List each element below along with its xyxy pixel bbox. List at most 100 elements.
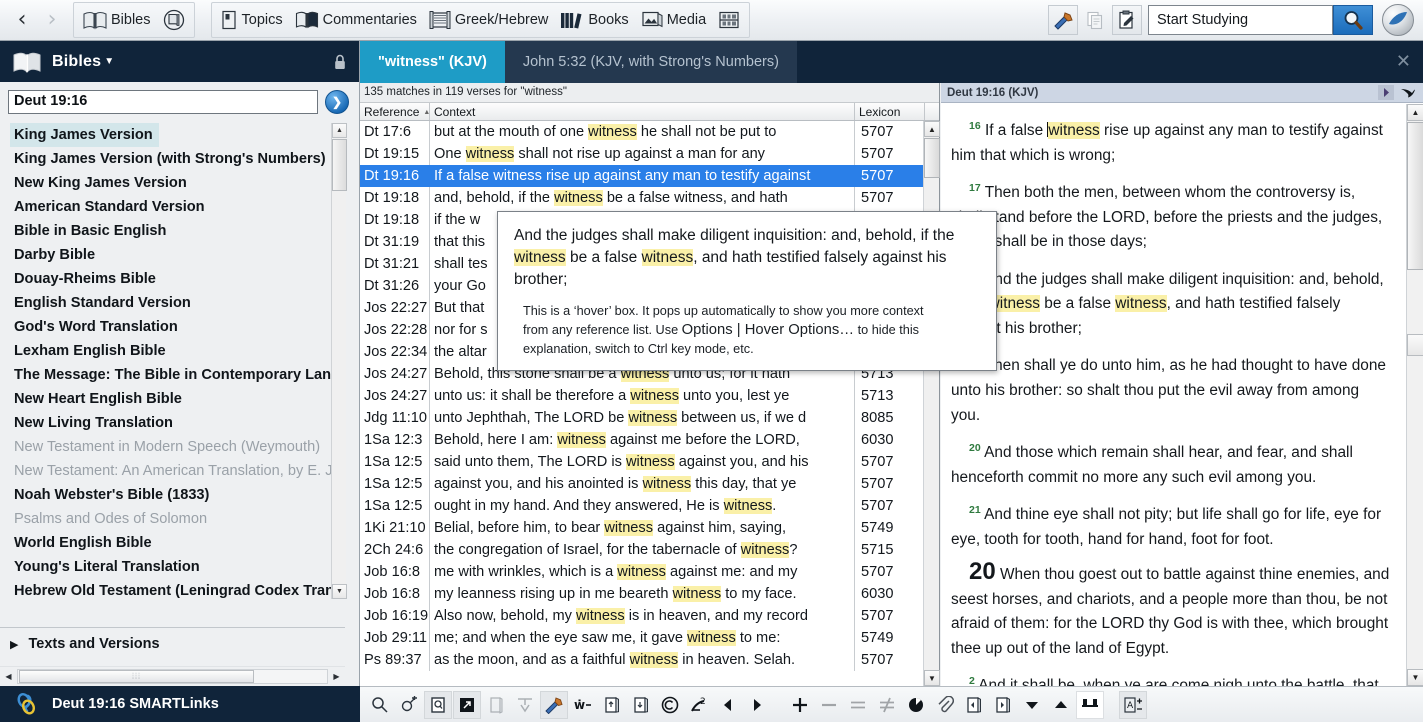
footnote-icon[interactable]: 2 xyxy=(685,691,713,719)
version-item[interactable]: New Living Translation xyxy=(10,411,173,435)
dropdown-down-icon[interactable] xyxy=(1018,691,1046,719)
version-item[interactable]: Darby Bible xyxy=(10,243,95,267)
export-arrow-icon[interactable] xyxy=(453,690,481,719)
table-row[interactable]: Dt 19:15 One witness shall not rise up a… xyxy=(360,143,939,165)
search-input[interactable]: Start Studying xyxy=(1148,5,1333,35)
table-row[interactable]: Ps 89:37 as the moon, and as a faithful w… xyxy=(360,649,939,671)
version-item[interactable]: New Heart English Bible xyxy=(10,387,182,411)
version-item[interactable]: King James Version (with Strong's Number… xyxy=(10,147,326,171)
texts-and-versions-section[interactable]: ▶ Texts and Versions xyxy=(0,630,345,658)
table-row[interactable]: Job 16:8 me with wrinkles, which is a wit… xyxy=(360,561,939,583)
sidebar-scrollbar[interactable]: ▲ ▼ xyxy=(331,123,347,599)
hammer-wrench-icon[interactable] xyxy=(540,690,568,719)
bible-text-body[interactable]: 16 If a false witness rise up against an… xyxy=(941,104,1406,686)
scroll-down-icon[interactable]: ▼ xyxy=(1407,669,1423,686)
version-item[interactable]: World English Bible xyxy=(10,531,152,555)
scrollbar-thumb[interactable] xyxy=(924,138,940,178)
column-header-lexicon[interactable]: Lexicon xyxy=(855,103,925,120)
sidebar-hscrollbar[interactable]: ◀ ⦙⦙⦙ ▶ xyxy=(0,666,345,686)
greek-hebrew-button[interactable]: Greek/Hebrew xyxy=(423,4,554,36)
table-row[interactable]: Jdg 11:10 unto Jephthah, The LORD be witn… xyxy=(360,407,939,429)
version-item[interactable]: English Standard Version xyxy=(10,291,191,315)
clipboard-button[interactable] xyxy=(1112,5,1142,35)
version-item[interactable]: The Message: The Bible in Contemporary L… xyxy=(10,363,340,387)
book-page-icon[interactable] xyxy=(482,691,510,719)
back-button[interactable]: ‹ xyxy=(8,5,36,35)
books-button[interactable]: Books xyxy=(554,4,634,36)
parallel-icon[interactable] xyxy=(1076,690,1104,719)
hscroll-thumb[interactable]: ⦙⦙⦙ xyxy=(19,670,254,683)
version-item[interactable]: King James Version xyxy=(10,123,159,147)
forward-button[interactable]: › xyxy=(38,5,66,35)
scroll-down-icon[interactable]: ▼ xyxy=(924,670,940,686)
logos-orb-button[interactable] xyxy=(1382,4,1414,36)
version-item[interactable]: New King James Version xyxy=(10,171,187,195)
copy-button[interactable] xyxy=(1080,5,1110,35)
not-equals-icon[interactable] xyxy=(873,691,901,719)
version-item[interactable]: American Standard Version xyxy=(10,195,205,219)
column-header-reference[interactable]: Reference ▲ xyxy=(360,103,430,120)
add-note-icon[interactable] xyxy=(395,691,423,719)
scrollbar-pager[interactable] xyxy=(1407,334,1423,356)
version-item[interactable]: New Testament in Modern Speech (Weymouth… xyxy=(10,435,320,459)
table-row[interactable]: Job 29:11 me; and when the eye saw me, it… xyxy=(360,627,939,649)
dropdown-up-icon[interactable] xyxy=(1047,691,1075,719)
table-row[interactable]: Jos 24:27 unto us: it shall be therefore … xyxy=(360,385,939,407)
commentaries-button[interactable]: Commentaries xyxy=(289,4,423,36)
library-grid-button[interactable] xyxy=(712,4,746,36)
hscroll-track[interactable]: ⦙⦙⦙ xyxy=(17,669,328,684)
paperclip-icon[interactable] xyxy=(931,691,959,719)
book-lookup-button[interactable] xyxy=(157,4,191,36)
table-row[interactable]: Dt 19:18 and, behold, if the witness be a… xyxy=(360,187,939,209)
play-arrow-icon[interactable] xyxy=(1378,85,1394,100)
scrollbar-thumb[interactable] xyxy=(1407,122,1423,270)
scroll-right-icon[interactable]: ▶ xyxy=(328,668,345,685)
scrollbar-thumb[interactable] xyxy=(332,139,347,191)
version-item[interactable]: God's Word Translation xyxy=(10,315,178,339)
magnifier-icon[interactable] xyxy=(366,691,394,719)
version-item[interactable]: Hebrew Old Testament (Leningrad Codex Tr… xyxy=(10,579,334,599)
book-left-icon[interactable] xyxy=(960,691,988,719)
table-row[interactable]: 1Ki 21:10 Belial, before him, to bear wit… xyxy=(360,517,939,539)
media-button[interactable]: Media xyxy=(635,4,713,36)
topics-button[interactable]: Topics xyxy=(215,4,289,36)
table-row[interactable]: 2Ch 24:6 the congregation of Israel, for … xyxy=(360,539,939,561)
version-item[interactable]: Bible in Basic English xyxy=(10,219,166,243)
scroll-up-icon[interactable]: ▲ xyxy=(924,121,940,137)
zoom-out-icon[interactable] xyxy=(815,691,843,719)
zoom-in-icon[interactable] xyxy=(786,691,814,719)
previous-arrow-icon[interactable] xyxy=(714,691,742,719)
version-item[interactable]: Noah Webster's Bible (1833) xyxy=(10,483,209,507)
font-size-icon[interactable]: A xyxy=(1119,690,1147,719)
close-icon[interactable]: ✕ xyxy=(1396,51,1411,72)
smartlinks-statusbar[interactable]: Deut 19:16 SMARTLinks xyxy=(0,686,360,722)
scroll-up-icon[interactable]: ▲ xyxy=(1407,104,1423,121)
version-item[interactable]: Psalms and Odes of Solomon xyxy=(10,507,207,531)
table-row[interactable]: Job 16:8 my leanness rising up in me bear… xyxy=(360,583,939,605)
book-up-icon[interactable] xyxy=(598,691,626,719)
pointer-hand-icon[interactable] xyxy=(1400,85,1417,100)
version-item[interactable]: Young's Literal Translation xyxy=(10,555,200,579)
lock-icon[interactable] xyxy=(333,53,347,71)
version-item[interactable]: Lexham English Bible xyxy=(10,339,166,363)
bibles-button[interactable]: Bibles xyxy=(77,4,157,36)
column-header-context[interactable]: Context xyxy=(430,103,855,120)
table-row[interactable]: 1Sa 12:5 ought in my hand. And they answe… xyxy=(360,495,939,517)
scroll-down-icon[interactable]: ▼ xyxy=(332,584,347,599)
next-arrow-icon[interactable] xyxy=(743,691,771,719)
tools-button[interactable] xyxy=(1048,5,1078,35)
strongs-number-icon[interactable]: ẇ xyxy=(569,691,597,719)
tab-john-532[interactable]: John 5:32 (KJV, with Strong's Numbers) xyxy=(504,41,797,83)
version-item[interactable]: Douay-Rheims Bible xyxy=(10,267,156,291)
equals-icon[interactable] xyxy=(844,691,872,719)
copyright-icon[interactable] xyxy=(656,691,684,719)
pie-icon[interactable] xyxy=(902,691,930,719)
table-row[interactable]: 1Sa 12:5 said unto them, The LORD is witn… xyxy=(360,451,939,473)
table-row[interactable]: 1Sa 12:3 Behold, here I am: witness agai… xyxy=(360,429,939,451)
note-pad-icon[interactable] xyxy=(424,690,452,719)
results-scrollbar[interactable]: ▲ ▼ xyxy=(923,121,940,686)
reference-go-button[interactable]: ❯ xyxy=(325,90,349,114)
bible-scrollbar[interactable]: ▲ ▼ xyxy=(1406,104,1423,686)
scroll-up-icon[interactable]: ▲ xyxy=(332,123,347,138)
table-row[interactable]: Dt 17:6 but at the mouth of one witness h… xyxy=(360,121,939,143)
